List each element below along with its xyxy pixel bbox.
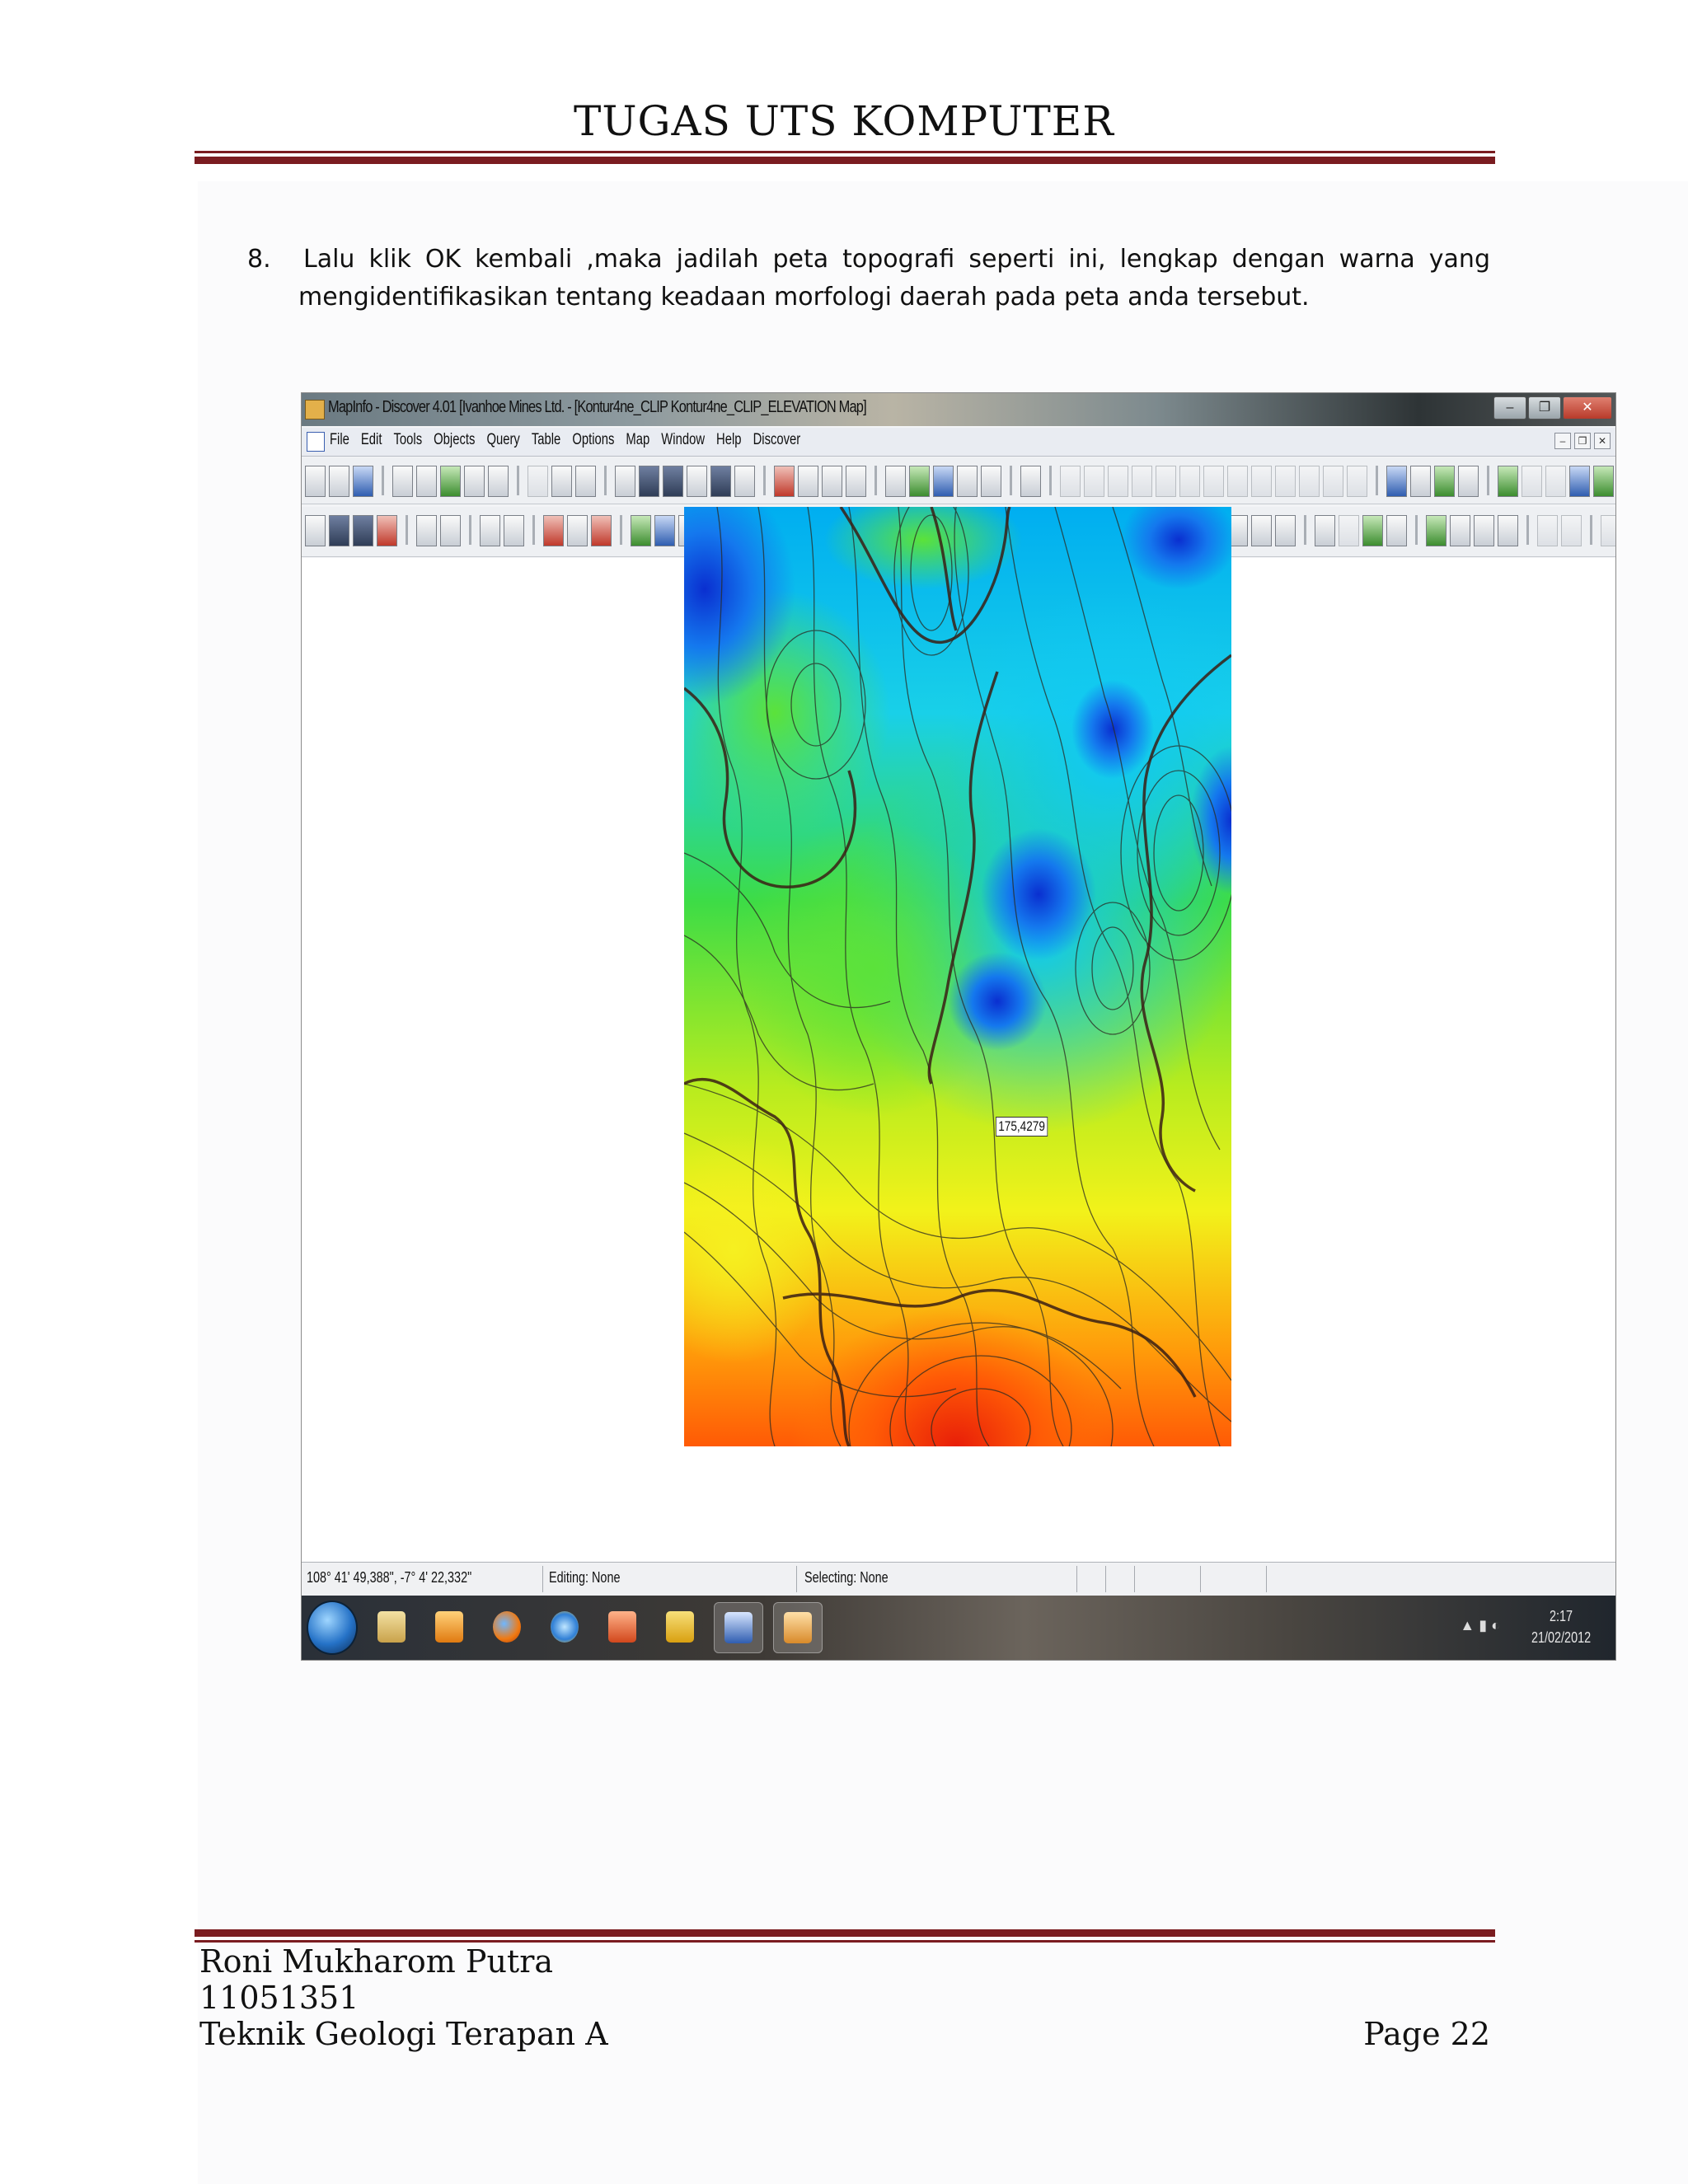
document-icon[interactable] — [307, 432, 325, 452]
menu-file[interactable]: File — [330, 431, 349, 449]
window-controls: – ❐ ✕ — [1493, 396, 1612, 419]
step-number: 8. — [247, 245, 271, 274]
menu-bar: File Edit Tools Objects Query Table Opti… — [302, 428, 1615, 457]
mapinfo-screenshot: MapInfo - Discover 4.01 [Ivanhoe Mines L… — [301, 392, 1616, 1661]
step-text-line-1: Lalu klik OK kembali ,maka jadilah peta … — [303, 245, 1490, 274]
firefox-icon[interactable] — [483, 1602, 531, 1652]
menu-window[interactable]: Window — [661, 431, 705, 449]
child-minimize-button[interactable]: – — [1554, 433, 1571, 449]
system-tray-icons[interactable]: ▲ ▮ ◐ — [1460, 1617, 1500, 1634]
window-titlebar: MapInfo - Discover 4.01 [Ivanhoe Mines L… — [302, 393, 1615, 426]
footer-rule — [195, 1929, 1495, 1943]
window-title: MapInfo - Discover 4.01 [Ivanhoe Mines L… — [328, 398, 867, 416]
footer-program: Teknik Geologi Terapan A — [199, 2016, 608, 2052]
menu-edit[interactable]: Edit — [361, 431, 382, 449]
menu-options[interactable]: Options — [572, 431, 614, 449]
child-restore-button[interactable]: ❐ — [1574, 433, 1591, 449]
word-icon[interactable] — [714, 1602, 763, 1653]
child-window-controls: – ❐ ✕ — [1554, 433, 1611, 449]
start-button[interactable] — [307, 1601, 358, 1655]
footer-author: Roni Mukharom Putra — [199, 1943, 554, 1980]
status-selecting: Selecting: None — [804, 1569, 889, 1586]
powerpoint-icon[interactable] — [598, 1602, 646, 1652]
windows-taskbar: ▲ ▮ ◐ 2:17 21/02/2012 — [302, 1596, 1615, 1660]
header-rule — [195, 151, 1495, 164]
standard-toolbar — [302, 457, 1615, 504]
menu-table[interactable]: Table — [532, 431, 560, 449]
toolbar-buttons-row-1[interactable] — [305, 466, 1615, 497]
menu-tools[interactable]: Tools — [394, 431, 423, 449]
clock-date: 21/02/2012 — [1531, 1629, 1591, 1646]
map-window[interactable]: 175,4279 — [302, 507, 1615, 1563]
step-text-line-2: mengidentifikasikan tentang keadaan morf… — [298, 283, 1310, 312]
status-bar: 108° 41' 49,388", -7° 4' 22,332" Editing… — [302, 1562, 1615, 1596]
mapinfo-icon[interactable] — [773, 1602, 823, 1653]
winamp-icon[interactable] — [656, 1602, 704, 1652]
mapinfo-app-icon — [305, 400, 325, 419]
elevation-map-graphic — [684, 507, 1231, 1446]
close-button[interactable]: ✕ — [1563, 396, 1612, 419]
minimize-button[interactable]: – — [1493, 396, 1526, 419]
page-number: Page 22 — [1363, 2016, 1490, 2052]
taskbar-clock[interactable]: 2:17 21/02/2012 — [1531, 1605, 1591, 1648]
clock-time: 2:17 — [1549, 1608, 1573, 1624]
map-value-label: 175,4279 — [996, 1117, 1048, 1137]
header-title: TUGAS UTS KOMPUTER — [574, 97, 1114, 145]
menu-help[interactable]: Help — [716, 431, 741, 449]
child-close-button[interactable]: ✕ — [1594, 433, 1611, 449]
footer-student-id: 11051351 — [199, 1980, 359, 2016]
menu-query[interactable]: Query — [486, 431, 519, 449]
menu-map[interactable]: Map — [626, 431, 649, 449]
menu-discover[interactable]: Discover — [753, 431, 801, 449]
media-player-icon[interactable] — [425, 1602, 473, 1652]
status-editing: Editing: None — [549, 1569, 621, 1586]
restore-button[interactable]: ❐ — [1528, 396, 1561, 419]
ie-icon[interactable] — [541, 1602, 588, 1652]
elevation-map[interactable]: 175,4279 — [684, 507, 1231, 1446]
folder-icon[interactable] — [368, 1602, 415, 1652]
menu-objects[interactable]: Objects — [434, 431, 475, 449]
status-coordinates: 108° 41' 49,388", -7° 4' 22,332" — [307, 1569, 472, 1586]
taskbar-apps — [368, 1602, 823, 1653]
